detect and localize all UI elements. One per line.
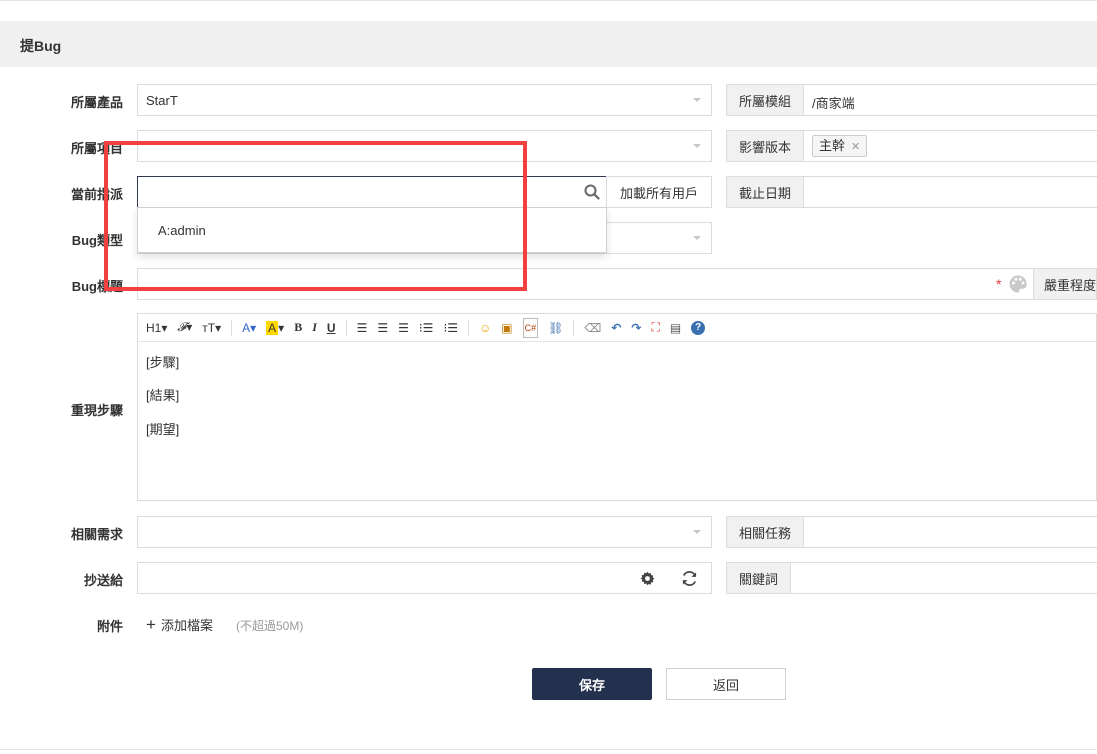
chevron-down-icon	[693, 98, 701, 102]
deadline-input[interactable]	[803, 176, 1097, 208]
task-addon: 相關任務	[726, 516, 804, 548]
italic-button[interactable]: I	[312, 319, 317, 337]
story-label: 相關需求	[70, 527, 123, 542]
build-select[interactable]: 主幹 ✕	[803, 130, 1097, 162]
undo-icon[interactable]: ↶	[611, 319, 621, 337]
module-addon: 所屬模組	[726, 84, 804, 116]
page-title: 提Bug	[20, 38, 62, 54]
steps-label: 重現步驟	[70, 403, 123, 418]
toolbar-divider	[231, 319, 233, 336]
result-line: [結果]	[146, 388, 180, 403]
file-size-limit: (不超過50M)	[236, 619, 304, 633]
help-icon[interactable]: ?	[691, 320, 706, 335]
toolbar-divider	[468, 319, 470, 336]
code-icon[interactable]: C#	[522, 317, 539, 338]
keywords-addon: 關鍵詞	[726, 562, 791, 594]
link-icon[interactable]: ⛓	[548, 319, 563, 337]
product-select[interactable]: StarT	[137, 84, 712, 116]
build-tag-label: 主幹	[819, 138, 846, 153]
severity-addon: 嚴重程度	[1033, 268, 1097, 300]
font-size-button[interactable]: тT▾	[202, 319, 221, 337]
chevron-down-icon	[693, 236, 701, 240]
plus-icon: +	[146, 615, 156, 634]
close-icon[interactable]: ✕	[851, 141, 860, 153]
ordered-list-icon[interactable]: ⁝☰	[419, 319, 434, 337]
highlight-box	[104, 141, 527, 291]
task-select[interactable]	[803, 516, 1097, 548]
search-icon	[584, 184, 600, 200]
chevron-down-icon	[693, 144, 701, 148]
image-icon[interactable]: ▣	[501, 319, 512, 337]
align-center-icon[interactable]: ☰	[377, 319, 388, 337]
module-select[interactable]: /商家端	[803, 84, 1097, 116]
editor-toolbar: H1▾ 𝓕▾ тT▾ A▾ A ▾ B I U ☰ ☰ ☰ ⁝☰ ⁝☰ ☺ ▣ C…	[137, 313, 1097, 342]
align-right-icon[interactable]: ☰	[398, 319, 409, 337]
product-value: StarT	[146, 93, 178, 108]
product-label: 所屬產品	[70, 95, 123, 110]
save-button[interactable]: 保存	[532, 668, 652, 700]
mailto-label: 抄送給	[83, 573, 123, 588]
add-file-button[interactable]: + 添加檔案	[146, 615, 213, 634]
steps-line: [步驟]	[146, 355, 180, 370]
gear-icon[interactable]	[640, 571, 655, 586]
toolbar-divider	[573, 319, 575, 336]
page-header: 提Bug	[0, 21, 1097, 67]
refresh-icon[interactable]	[681, 570, 698, 587]
files-label: 附件	[96, 619, 123, 634]
load-all-users-button[interactable]: 加載所有用戶	[606, 176, 712, 208]
build-addon: 影響版本	[726, 130, 804, 162]
bold-button[interactable]: B	[294, 319, 302, 337]
add-file-label: 添加檔案	[160, 618, 213, 633]
fullscreen-icon[interactable]: ⛶	[651, 319, 659, 337]
steps-editor[interactable]: [步驟] [結果] [期望]	[137, 341, 1097, 501]
expect-line: [期望]	[146, 422, 180, 437]
mailto-select[interactable]	[137, 562, 712, 594]
eraser-icon[interactable]: ⌫	[584, 319, 601, 337]
highlight-button[interactable]: A ▾	[266, 319, 284, 337]
emoji-icon[interactable]: ☺	[479, 319, 491, 337]
font-family-button[interactable]: 𝓕▾	[177, 319, 192, 337]
deadline-addon: 截止日期	[726, 176, 804, 208]
required-mark: *	[996, 276, 1002, 292]
paste-icon[interactable]: ▤	[670, 319, 681, 337]
bottom-border	[0, 749, 1097, 750]
toolbar-divider	[345, 319, 347, 336]
chevron-down-icon	[693, 530, 701, 534]
keywords-input[interactable]	[790, 562, 1097, 594]
module-value: /商家端	[812, 96, 855, 111]
back-button[interactable]: 返回	[666, 668, 786, 700]
palette-icon[interactable]	[1008, 274, 1028, 294]
unordered-list-icon[interactable]: ⁝☰	[443, 319, 458, 337]
underline-button[interactable]: U	[327, 319, 336, 337]
redo-icon[interactable]: ↷	[631, 319, 641, 337]
build-tag: 主幹 ✕	[812, 135, 868, 157]
heading-button[interactable]: H1▾	[146, 319, 167, 337]
font-color-button[interactable]: A▾	[242, 319, 256, 337]
align-left-icon[interactable]: ☰	[357, 319, 368, 337]
top-border	[0, 0, 1097, 1]
story-select[interactable]	[137, 516, 712, 548]
